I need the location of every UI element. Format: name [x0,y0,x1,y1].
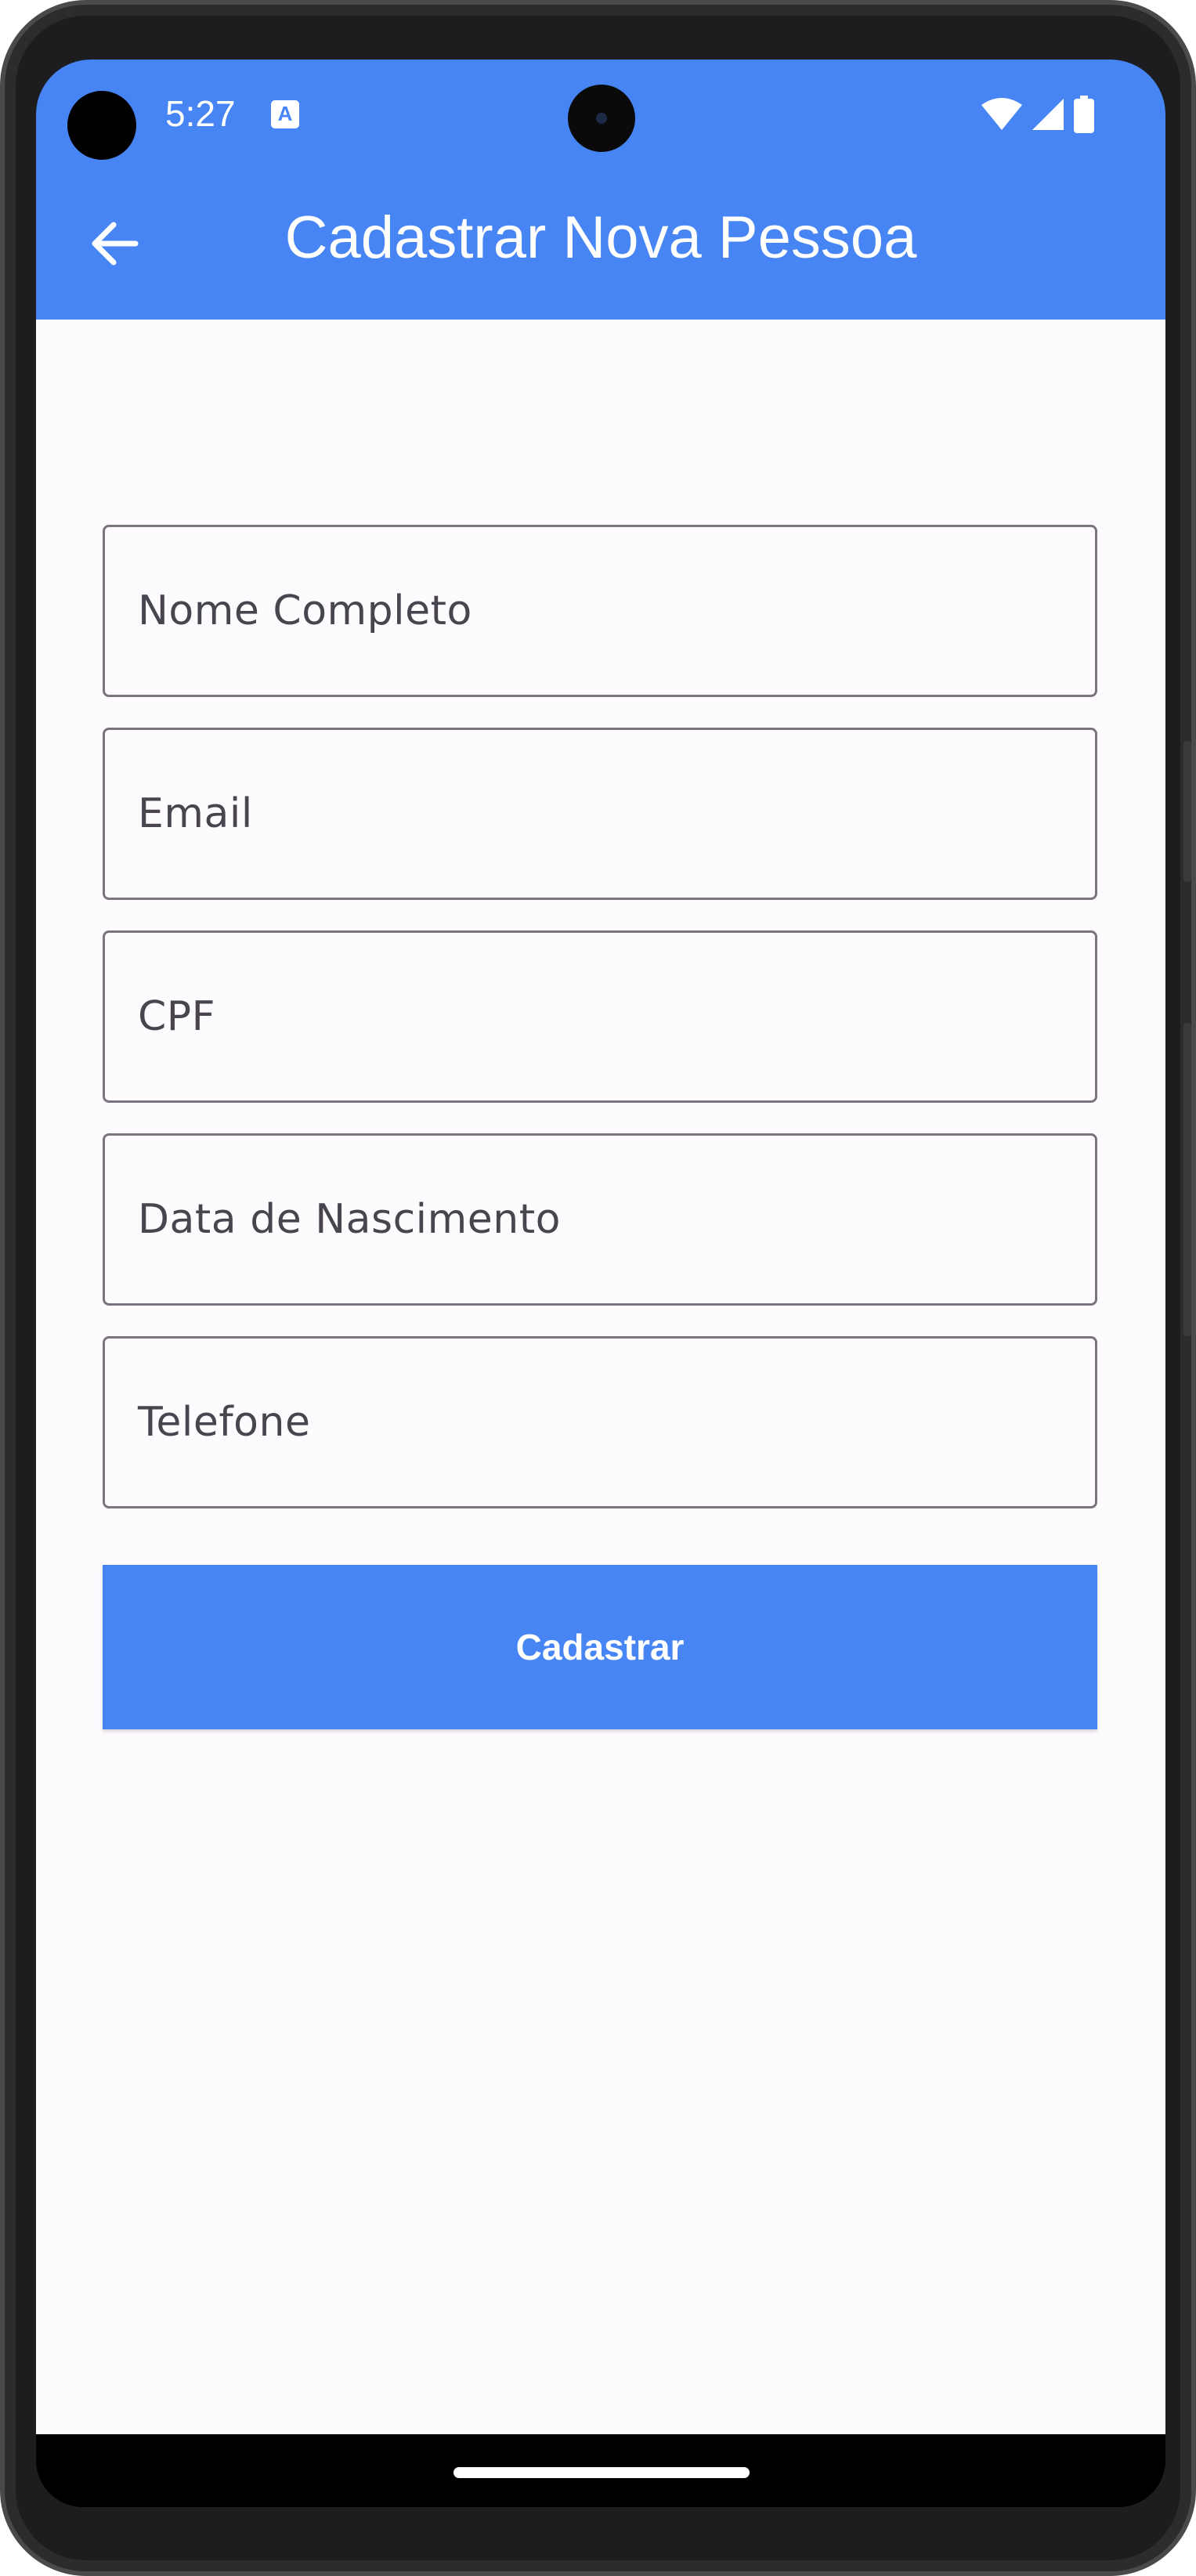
navigation-bar [36,2434,1165,2507]
status-bar: 5:27 A [36,60,1165,169]
status-dot [67,91,136,160]
phone-frame: 5:27 A Cadastrar Nova Pessoa Nome Comple… [0,0,1196,2576]
power-button [1183,1023,1191,1336]
battery-icon [1073,96,1095,137]
status-icons [981,96,1095,137]
app-bar: Cadastrar Nova Pessoa [36,169,1165,320]
page-title: Cadastrar Nova Pessoa [284,204,917,271]
form-content: Nome Completo Email CPF Data de Nascimen… [36,320,1165,2434]
volume-button [1183,741,1191,882]
front-camera [568,85,635,152]
phone-screen: 5:27 A Cadastrar Nova Pessoa Nome Comple… [36,60,1165,2507]
wifi-icon [981,97,1023,135]
status-time: 5:27 [165,93,236,134]
cadastrar-button[interactable]: Cadastrar [103,1565,1097,1729]
email-field[interactable]: Email [103,728,1097,900]
data-nascimento-field[interactable]: Data de Nascimento [103,1133,1097,1306]
telefone-field[interactable]: Telefone [103,1336,1097,1508]
notification-app-icon: A [271,100,299,128]
signal-icon [1031,97,1065,135]
cpf-field[interactable]: CPF [103,930,1097,1103]
nome-completo-field[interactable]: Nome Completo [103,525,1097,697]
camera-lens [596,113,607,124]
home-indicator[interactable] [453,2467,750,2478]
